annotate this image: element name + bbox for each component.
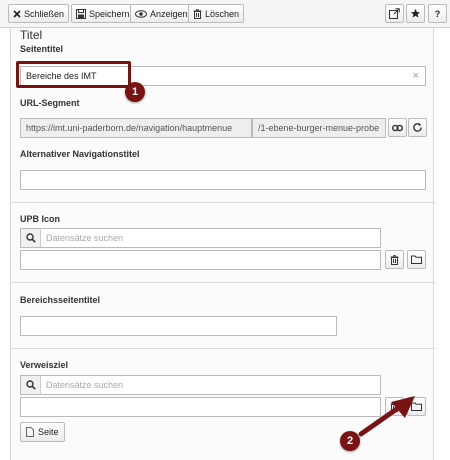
delete-button-label: Löschen [205,8,240,19]
close-button-label: Schließen [24,8,65,19]
seite-button[interactable]: Seite [20,422,65,442]
upb-icon-delete-button[interactable] [385,250,404,269]
nav-title-input[interactable] [20,170,426,190]
trash-icon [390,254,399,265]
upb-icon-selection-field[interactable] [20,250,381,270]
recalculate-url-button[interactable] [408,118,427,137]
section-divider [11,348,435,349]
url-prefix-field: https://imt.uni-paderborn.de/navigation/… [20,118,252,138]
lock-toggle-icon [392,124,403,131]
star-icon [410,8,421,18]
annotation-marker-1: 1 [125,82,145,102]
seitentitel-label: Seitentitel [20,44,64,54]
trash-icon [193,8,202,19]
question-icon: ? [434,8,441,19]
open-new-window-button[interactable] [385,4,404,23]
upb-icon-label: UPB Icon [20,214,61,224]
folder-icon [411,255,422,264]
save-icon [76,8,86,19]
upb-icon-browse-button[interactable] [407,250,426,269]
bookmark-button[interactable] [406,4,425,23]
search-icon [25,380,36,390]
close-icon [13,9,21,18]
verweisziel-search[interactable]: Datensätze suchen [20,375,381,395]
highlight-box [16,61,131,88]
toggle-edit-url-button[interactable] [388,118,407,137]
page-icon [26,427,34,437]
verweisziel-selection-field[interactable] [20,397,381,417]
annotation-marker-2: 2 [340,431,360,451]
save-button[interactable]: Speichern [71,4,135,23]
section-title: Titel [20,28,43,42]
bereichsseitentitel-label: Bereichsseitentitel [20,295,101,305]
delete-button[interactable]: Löschen [188,4,245,23]
seite-button-label: Seite [38,427,59,437]
upb-icon-search-addon [21,229,41,247]
save-button-label: Speichern [89,8,130,19]
nav-title-label: Alternativer Navigationstitel [20,149,140,159]
document-toolbar: Schließen Speichern Anzeigen Löschen ? [0,0,450,28]
view-button[interactable]: Anzeigen [130,4,193,23]
view-button-label: Anzeigen [150,8,188,19]
verweisziel-search-addon [21,376,41,394]
clear-icon[interactable]: × [413,70,419,82]
bereichsseitentitel-input[interactable] [20,316,337,336]
help-button[interactable]: ? [428,4,447,23]
eye-icon [135,9,147,18]
upb-icon-search-placeholder: Datensätze suchen [46,233,124,243]
search-icon [25,233,36,243]
url-segment-label: URL-Segment [20,98,80,108]
upb-icon-search[interactable]: Datensätze suchen [20,228,381,248]
annotation-arrow [358,396,415,437]
refresh-icon [413,122,422,132]
section-divider [11,202,435,203]
verweisziel-label: Verweisziel [20,360,69,370]
verweisziel-search-placeholder: Datensätze suchen [46,380,124,390]
url-prefix: https://imt.uni-paderborn.de/navigation/… [26,123,233,133]
external-link-icon [389,8,400,19]
url-segment-value: /1-ebene-burger-menue-probe [258,123,380,133]
close-button[interactable]: Schließen [8,4,70,23]
url-segment-input[interactable]: /1-ebene-burger-menue-probe [252,118,386,138]
section-divider [11,282,435,283]
